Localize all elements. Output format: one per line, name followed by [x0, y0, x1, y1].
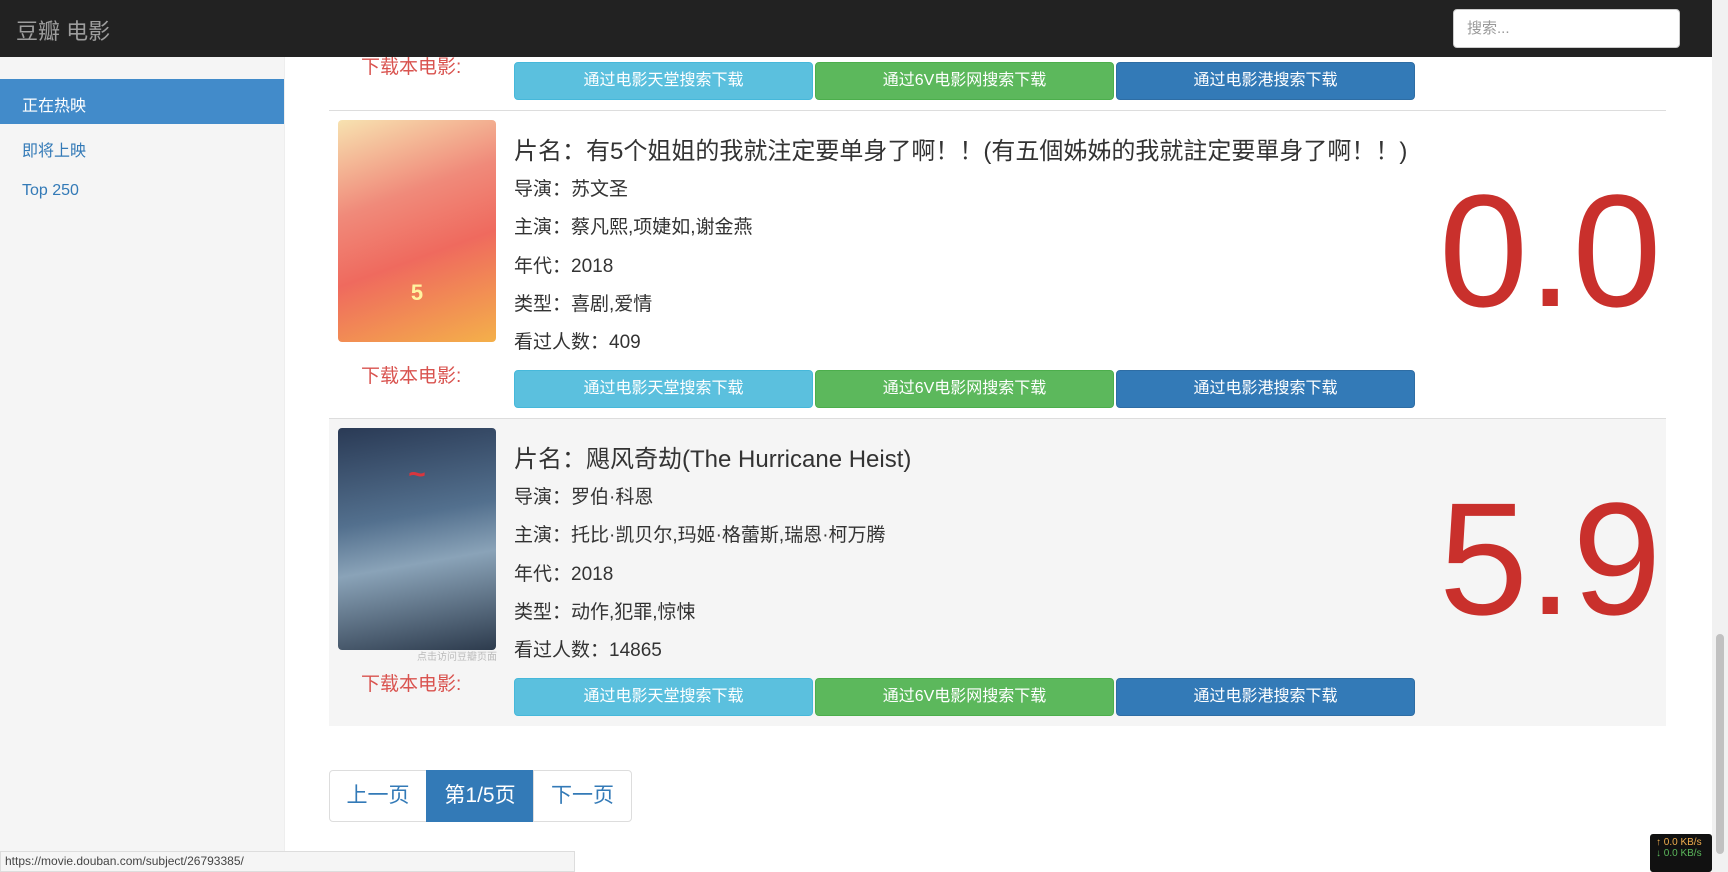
current-page-indicator: 第1/5页 — [426, 770, 534, 822]
movie-genre: 类型：喜剧,爱情 — [514, 294, 653, 315]
sidebar: 正在热映 即将上映 Top 250 — [0, 57, 285, 872]
movie-title: 片名：飓风奇劫(The Hurricane Heist) — [514, 446, 912, 473]
movie-viewers: 看过人数：409 — [514, 332, 641, 353]
upload-speed: ↑ 0.0 KB/s — [1656, 837, 1702, 848]
download-label: 下载本电影: — [361, 57, 462, 78]
page-scrollbar[interactable] — [1712, 0, 1728, 872]
tiantang-download-button[interactable]: 通过电影天堂搜索下载 — [514, 678, 813, 716]
brand-logo[interactable]: 豆瓣 电影 — [16, 14, 110, 46]
movie-genre: 类型：动作,犯罪,惊悚 — [514, 602, 696, 623]
download-label: 下载本电影: — [361, 674, 462, 695]
movie-poster[interactable]: 5 — [338, 120, 496, 342]
sixv-download-button[interactable]: 通过6V电影网搜索下载 — [815, 370, 1114, 408]
download-speed: ↓ 0.0 KB/s — [1656, 848, 1702, 859]
sidebar-item-coming-soon[interactable]: 即将上映 — [0, 124, 284, 169]
movie-title: 片名：有5个姐姐的我就注定要单身了啊！！(有五個姊姊的我就註定要單身了啊！！) — [514, 138, 1408, 165]
status-url-bar: https://movie.douban.com/subject/2679338… — [0, 851, 575, 872]
movie-cast: 主演：蔡凡熙,项婕如,谢金燕 — [514, 217, 753, 238]
prev-page-button[interactable]: 上一页 — [329, 770, 427, 822]
movie-item: 5 片名：有5个姐姐的我就注定要单身了啊！！(有五個姊姊的我就註定要單身了啊！！… — [329, 110, 1666, 418]
movie-list: 下载本电影: 通过电影天堂搜索下载 通过6V电影网搜索下载 通过电影港搜索下载 … — [285, 57, 1712, 872]
movie-year: 年代：2018 — [514, 256, 614, 277]
top-navbar: 豆瓣 电影 — [0, 0, 1712, 57]
sixv-download-button[interactable]: 通过6V电影网搜索下载 — [815, 678, 1114, 716]
download-label: 下载本电影: — [361, 366, 462, 387]
download-row: 下载本电影: 通过电影天堂搜索下载 通过6V电影网搜索下载 通过电影港搜索下载 — [329, 57, 1666, 100]
movie-rating: 5.9 — [1439, 469, 1662, 648]
movie-poster[interactable]: ~ — [338, 428, 496, 650]
movie-item: ~ 片名：飓风奇劫(The Hurricane Heist) 导演：罗伯·科恩 … — [329, 418, 1666, 726]
movie-director: 导演：罗伯·科恩 — [514, 487, 654, 508]
sidebar-item-top250[interactable]: Top 250 — [0, 169, 284, 214]
movie-cast: 主演：托比·凯贝尔,玛姬·格蕾斯,瑞恩·柯万腾 — [514, 525, 886, 546]
poster-tooltip: 点击访问豆瓣页面 — [417, 652, 497, 663]
movie-year: 年代：2018 — [514, 564, 614, 585]
sixv-download-button[interactable]: 通过6V电影网搜索下载 — [815, 62, 1114, 100]
search-input[interactable] — [1453, 9, 1680, 48]
network-speed-widget: ↑ 0.0 KB/s ↓ 0.0 KB/s — [1650, 834, 1712, 872]
tiantang-download-button[interactable]: 通过电影天堂搜索下载 — [514, 62, 813, 100]
scrollbar-thumb[interactable] — [1716, 634, 1724, 854]
gang-download-button[interactable]: 通过电影港搜索下载 — [1116, 62, 1415, 100]
gang-download-button[interactable]: 通过电影港搜索下载 — [1116, 370, 1415, 408]
sidebar-item-now-playing[interactable]: 正在热映 — [0, 79, 284, 124]
next-page-button[interactable]: 下一页 — [533, 770, 632, 822]
movie-rating: 0.0 — [1439, 161, 1662, 340]
gang-download-button[interactable]: 通过电影港搜索下载 — [1116, 678, 1415, 716]
tiantang-download-button[interactable]: 通过电影天堂搜索下载 — [514, 370, 813, 408]
movie-director: 导演：苏文圣 — [514, 179, 629, 200]
